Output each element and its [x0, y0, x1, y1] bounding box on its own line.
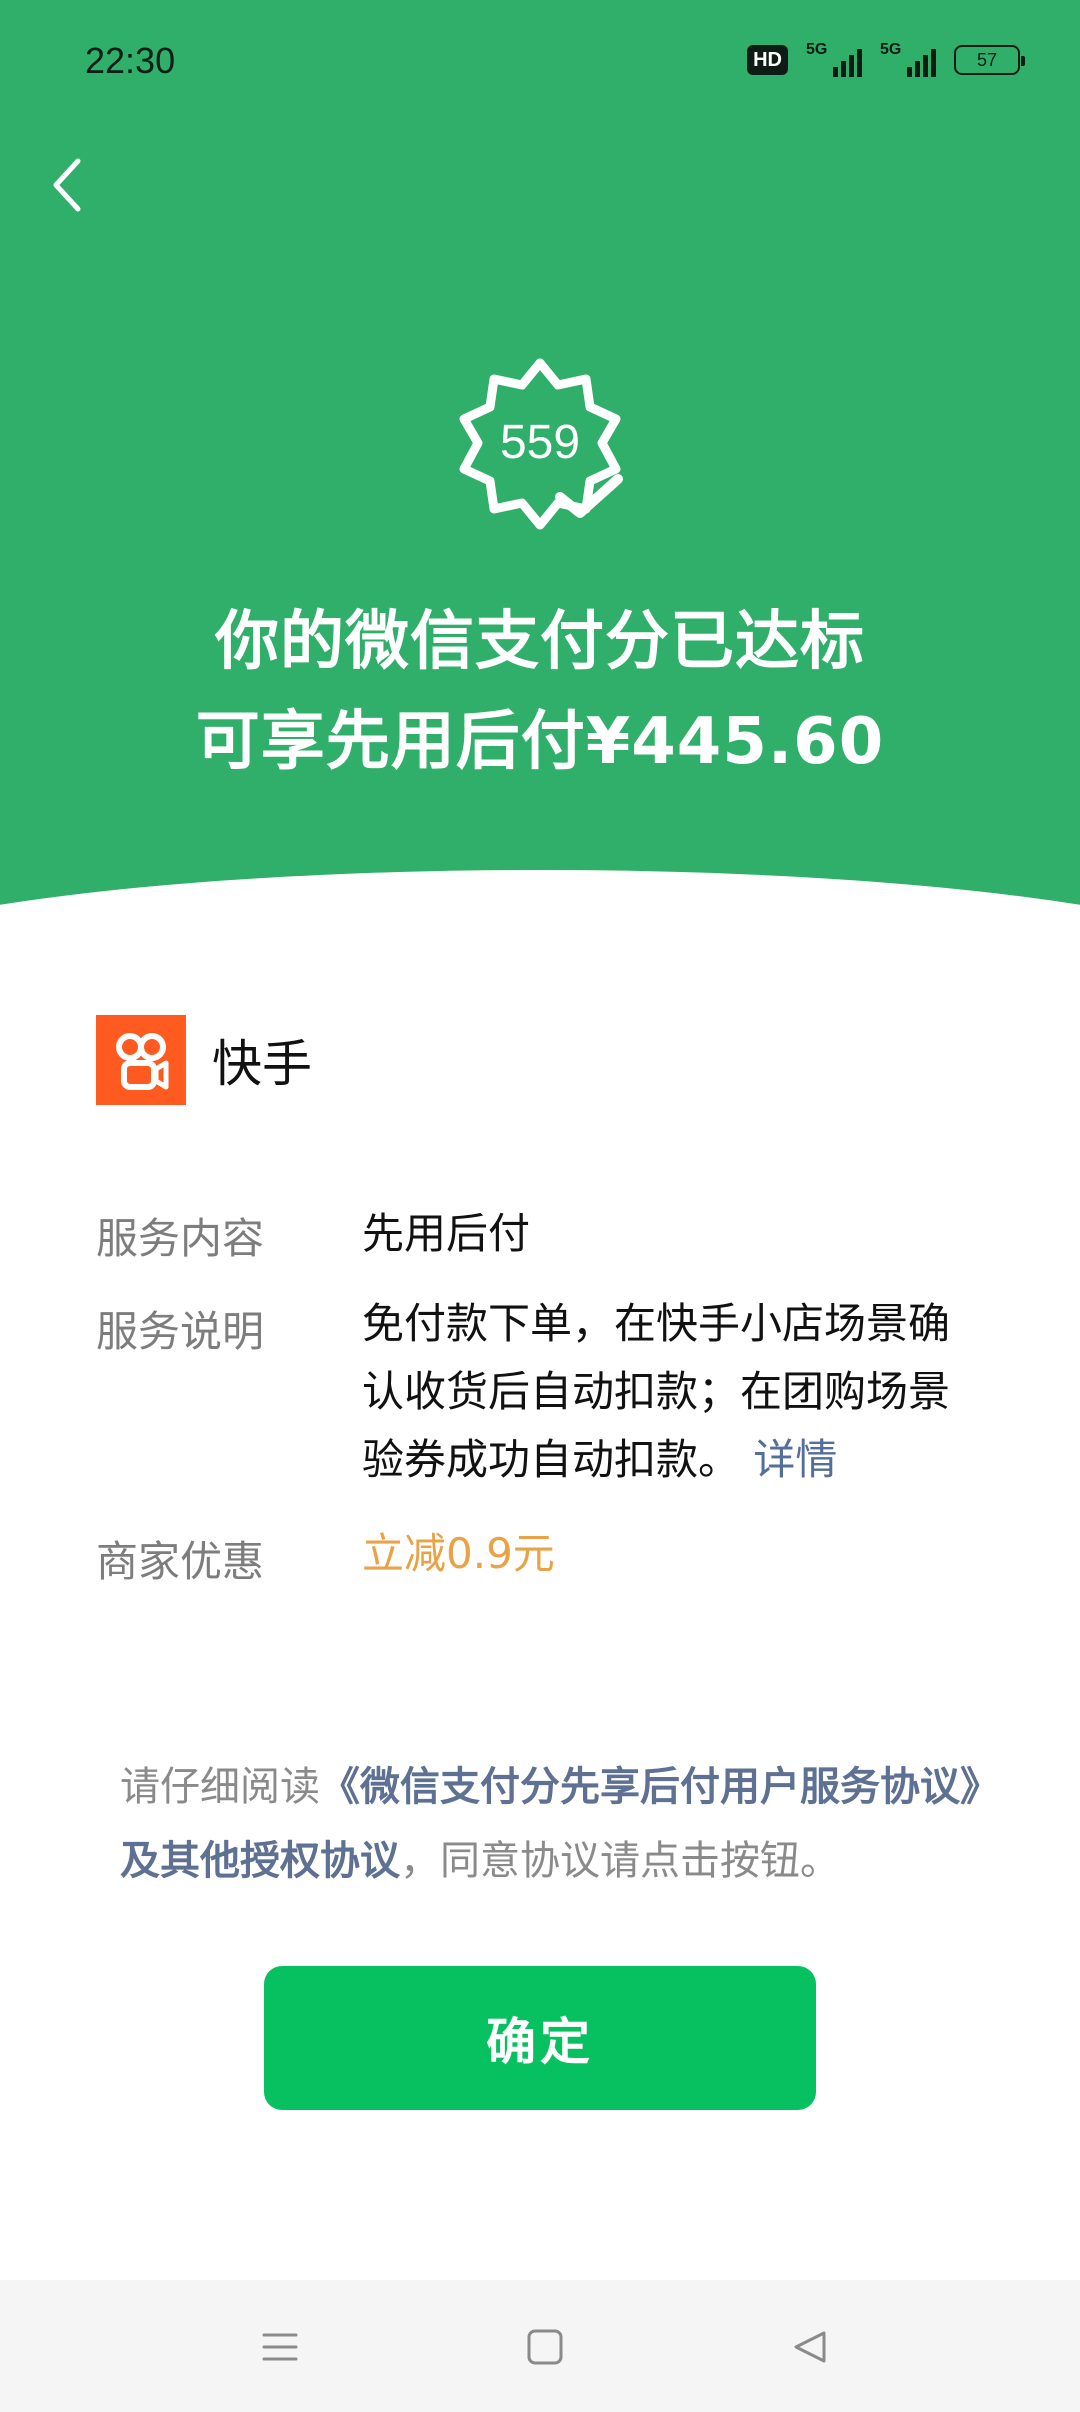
- merchant-name: 快手: [212, 1035, 312, 1093]
- headline-line1: 你的微信支付分已达标: [215, 605, 865, 679]
- system-back-button[interactable]: [785, 2322, 835, 2372]
- details-link[interactable]: 详情: [753, 1435, 837, 1484]
- score-value: 559: [499, 416, 581, 469]
- service-desc-value: 免付款下单，在快手小店场景确认收货后自动扣款；在团购场景验券成功自动扣款。 详情: [362, 1290, 962, 1494]
- service-desc-label: 服务说明: [96, 1307, 265, 1356]
- score-badge: 559: [440, 345, 640, 545]
- status-icons: HD 5G 5G 57: [747, 40, 1025, 80]
- headline-line2: 可享先用后付¥445.60: [195, 705, 885, 779]
- merchant: 快手: [96, 1015, 312, 1105]
- signal-bars-icon: [907, 49, 936, 77]
- home-button[interactable]: [520, 2322, 570, 2372]
- status-time: 22:30: [85, 40, 176, 81]
- confirm-button[interactable]: 确定: [264, 1966, 816, 2110]
- merchant-discount-label: 商家优惠: [96, 1537, 265, 1586]
- menu-icon: [262, 2333, 298, 2361]
- service-content-value: 先用后付: [362, 1209, 531, 1258]
- kuaishou-logo-icon: [96, 1015, 186, 1105]
- back-button[interactable]: [38, 150, 98, 220]
- agreement-suffix: ，同意协议请点击按钮。: [400, 1838, 840, 1884]
- signal-5g-icon: 5G: [880, 41, 936, 77]
- hd-icon: HD: [747, 45, 788, 75]
- service-content-label: 服务内容: [96, 1214, 265, 1263]
- back-triangle-icon: [794, 2331, 826, 2363]
- signal-bars-icon: [833, 49, 862, 77]
- battery-icon: 57: [954, 45, 1025, 75]
- agreement-prefix: 请仔细阅读: [120, 1764, 320, 1810]
- status-bar: 22:30 HD 5G 5G 57: [0, 0, 1080, 120]
- system-nav-bar: [0, 2280, 1080, 2412]
- menu-button[interactable]: [255, 2322, 305, 2372]
- battery-level: 57: [976, 49, 998, 70]
- kuaishou-camera-icon: [116, 1033, 169, 1090]
- signal-label: 5G: [880, 41, 902, 58]
- agreement-text: 请仔细阅读《微信支付分先享后付用户服务协议》及其他授权协议，同意协议请点击按钮。: [120, 1750, 980, 1898]
- service-desc-text: 免付款下单，在快手小店场景确认收货后自动扣款；在团购场景验券成功自动扣款。: [362, 1299, 951, 1484]
- signal-label: 5G: [806, 41, 828, 58]
- home-square-icon: [527, 2329, 563, 2365]
- chevron-left-icon: [53, 158, 81, 212]
- merchant-discount-value: 立减0.9元: [362, 1529, 555, 1578]
- signal-5g-icon: 5G: [806, 41, 862, 77]
- page: 22:30 HD 5G 5G 57 559 你的微信支付分已达标 可享先用后付¥…: [0, 0, 1080, 2412]
